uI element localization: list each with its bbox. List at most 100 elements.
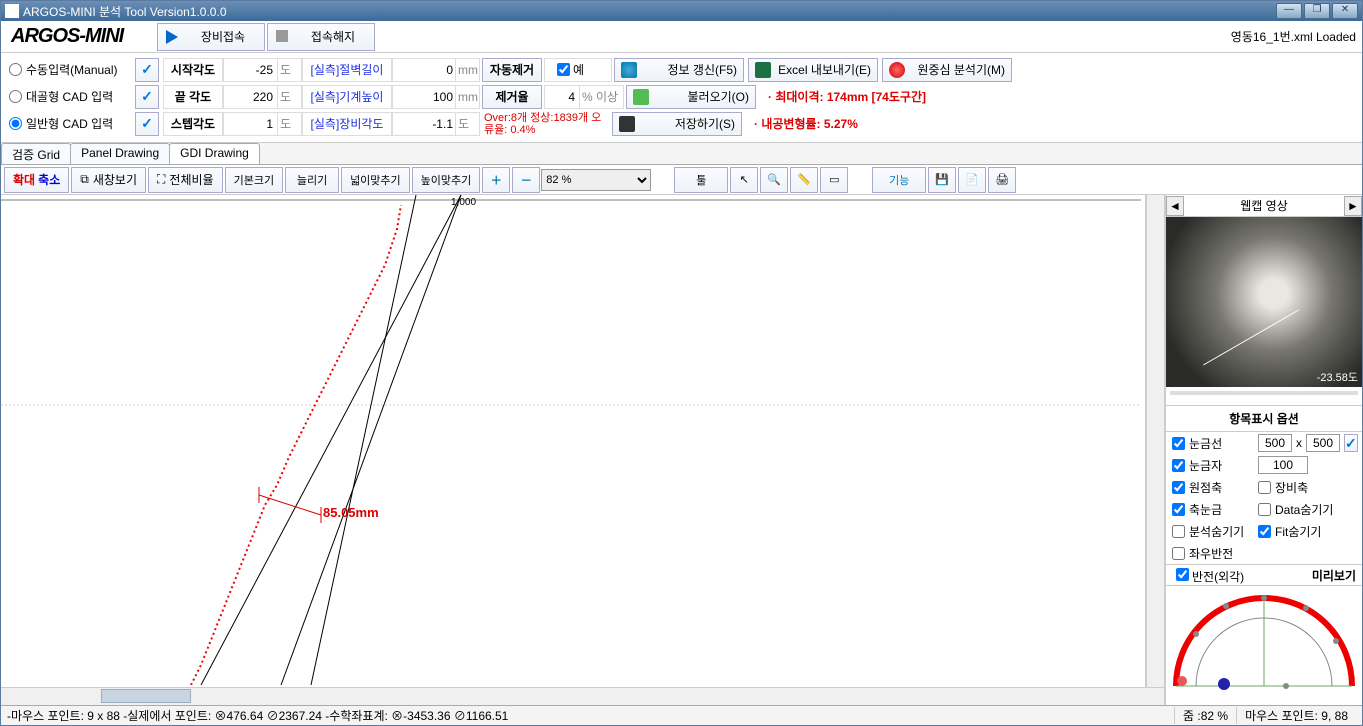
ruler-input[interactable] [1258, 456, 1308, 474]
measurement-label: 85.05mm [323, 505, 379, 520]
new-view-icon: ⧉ [80, 172, 89, 187]
play-icon [166, 30, 180, 44]
fit-width-button[interactable]: 넓이맞추기 [341, 167, 410, 193]
refresh-icon [621, 62, 637, 78]
tools-button[interactable]: 툴 [674, 167, 728, 193]
save-button[interactable]: 저장하기(S) [612, 112, 742, 136]
wall-length-unit: mm [456, 58, 480, 82]
chk-flip-outer[interactable] [1176, 568, 1189, 581]
chk-analysis-hide[interactable] [1172, 525, 1185, 538]
wall-length-value[interactable]: 0 [392, 58, 456, 82]
function-button[interactable]: 기능 [872, 167, 926, 193]
chk-equip-axis[interactable] [1258, 481, 1271, 494]
analyze-label: 원중심 분석기(M) [909, 61, 1005, 78]
chk-fit-hide[interactable] [1258, 525, 1271, 538]
chk-data-hide[interactable] [1258, 503, 1271, 516]
ruler-icon-button[interactable]: 📏 [790, 167, 818, 193]
webcam-slider[interactable] [1166, 387, 1362, 405]
start-angle-value[interactable]: -25 [223, 58, 278, 82]
machine-height-label[interactable]: [실측]기계높이 [302, 85, 392, 109]
chk-gridline[interactable] [1172, 437, 1185, 450]
auto-remove-button[interactable]: 자동제거 [482, 58, 542, 82]
radio-large-cad[interactable] [9, 90, 22, 103]
equip-angle-label[interactable]: [실측]장비각도 [302, 112, 392, 136]
tab-gdi-drawing[interactable]: GDI Drawing [169, 143, 260, 164]
machine-height-value[interactable]: 100 [392, 85, 456, 109]
save-icon [619, 116, 635, 132]
drawing-canvas[interactable]: 1,000 [1, 195, 1146, 687]
radio-manual-label: 수동입력(Manual) [26, 61, 118, 78]
machine-height-unit: mm [456, 85, 480, 109]
cursor-icon-button[interactable]: ↖ [730, 167, 758, 193]
chk-axis-grid-label: 축눈금 [1189, 501, 1222, 518]
plus-icon-button[interactable]: ＋ [482, 167, 510, 193]
disconnect-button[interactable]: 접속해지 [267, 23, 375, 51]
grid-apply-button[interactable]: ✓ [1344, 434, 1358, 452]
step-angle-unit: 도 [278, 112, 302, 136]
options-header: 항목표시 옵션 [1166, 405, 1362, 432]
radio-manual[interactable] [9, 63, 22, 76]
status-mouse2: 마우스 포인트: 9, 88 [1236, 707, 1356, 724]
analyze-button[interactable]: 원중심 분석기(M) [882, 58, 1012, 82]
remove-rate-value[interactable]: 4 [544, 85, 580, 109]
chk-ruler[interactable] [1172, 459, 1185, 472]
webcam-next-button[interactable]: ► [1344, 196, 1362, 216]
chk-origin-axis[interactable] [1172, 481, 1185, 494]
check-manual[interactable]: ✓ [135, 58, 159, 82]
scrollbar-horizontal[interactable] [1, 687, 1164, 705]
fit-height-button[interactable]: 높이맞추기 [412, 167, 481, 193]
chk-flip-lr[interactable] [1172, 547, 1185, 560]
new-view-button[interactable]: ⧉새창보기 [71, 167, 146, 193]
end-angle-value[interactable]: 220 [223, 85, 278, 109]
excel-export-button[interactable]: Excel 내보내기(E) [748, 58, 878, 82]
wall-length-label[interactable]: [실측]절벽길이 [302, 58, 392, 82]
step-angle-value[interactable]: 1 [223, 112, 278, 136]
radio-general-cad[interactable] [9, 117, 22, 130]
equip-angle-value[interactable]: -1.1 [392, 112, 456, 136]
tab-panel-drawing[interactable]: Panel Drawing [70, 143, 170, 164]
grid-y-input[interactable] [1306, 434, 1340, 452]
excel-label: Excel 내보내기(E) [775, 61, 871, 78]
full-ratio-button[interactable]: ⛶전체비율 [148, 167, 223, 193]
stretch-button[interactable]: 늘리기 [285, 167, 339, 193]
webcam-prev-button[interactable]: ◄ [1166, 196, 1184, 216]
load-label: 불러오기(O) [653, 88, 749, 105]
print-icon-button[interactable]: 🖨 [988, 167, 1016, 193]
stop-icon [276, 30, 290, 44]
minimize-button[interactable]: — [1276, 3, 1302, 19]
zoom-in-out-button[interactable]: 확대 축소 [4, 167, 69, 193]
chk-axis-grid[interactable] [1172, 503, 1185, 516]
excel-icon [755, 62, 771, 78]
preview-canvas [1166, 586, 1362, 705]
app-icon [5, 4, 19, 18]
connect-button[interactable]: 장비접속 [157, 23, 265, 51]
zoom-select[interactable]: 82 % [541, 169, 651, 191]
minus-icon-button[interactable]: － [512, 167, 540, 193]
magnify-icon-button[interactable]: 🔍 [760, 167, 788, 193]
start-angle-header: 시작각도 [163, 58, 223, 82]
grid-x-input[interactable] [1258, 434, 1292, 452]
full-ratio-label: 전체비율 [169, 171, 213, 188]
refresh-button[interactable]: 정보 갱신(F5) [614, 58, 744, 82]
select-icon-button[interactable]: ▭ [820, 167, 848, 193]
copy-icon-button[interactable]: 📄 [958, 167, 986, 193]
chk-gridline-label: 눈금선 [1189, 435, 1222, 452]
check-large-cad[interactable]: ✓ [135, 85, 159, 109]
logo-text: ARGOS-MINI [1, 25, 156, 48]
connect-label: 장비접속 [190, 28, 256, 45]
default-size-button[interactable]: 기본크기 [225, 167, 283, 193]
scrollbar-vertical[interactable] [1146, 195, 1164, 687]
scroll-thumb[interactable] [101, 689, 191, 703]
save-icon-button[interactable]: 💾 [928, 167, 956, 193]
chk-ruler-label: 눈금자 [1189, 457, 1222, 474]
tab-verify-grid[interactable]: 검증 Grid [1, 143, 71, 164]
chk-data-hide-label: Data숨기기 [1275, 501, 1333, 518]
load-button[interactable]: 불러오기(O) [626, 85, 756, 109]
remove-rate-button[interactable]: 제거율 [482, 85, 542, 109]
auto-remove-check[interactable] [557, 63, 570, 76]
close-button[interactable]: ✕ [1332, 3, 1358, 19]
zoom-out-label: 축소 [38, 171, 60, 188]
maximize-button[interactable]: ❐ [1304, 3, 1330, 19]
check-general-cad[interactable]: ✓ [135, 112, 159, 136]
end-angle-header: 끝 각도 [163, 85, 223, 109]
